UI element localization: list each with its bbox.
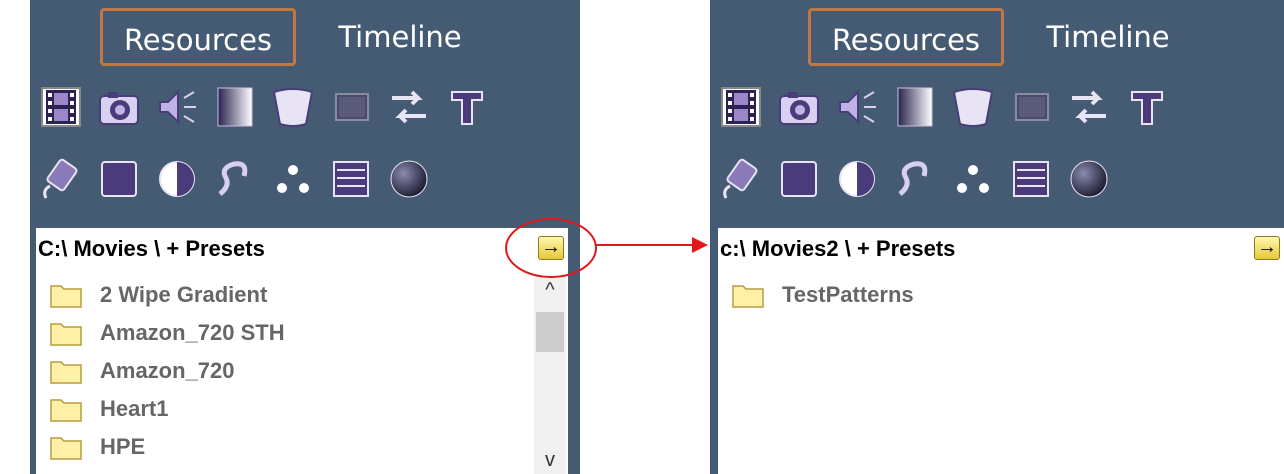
film-icon[interactable] [718,84,764,130]
folder-list: 2 Wipe Gradient Amazon_720 STH Amazon_72… [50,276,528,466]
effect-icon[interactable] [718,156,764,202]
resource-type-row-1 [710,78,1284,138]
camera-icon[interactable] [96,84,142,130]
particles-icon[interactable] [270,156,316,202]
text-icon[interactable] [1124,84,1170,130]
folder-list: TestPatterns [732,276,1244,314]
list-item-label: TestPatterns [782,282,914,307]
film-icon[interactable] [38,84,84,130]
navigate-arrow-button[interactable]: → [1254,236,1280,260]
folder-icon [50,282,82,308]
file-browser: C:\ Movies \ + Presets → 2 Wipe Gradient… [36,228,568,474]
tab-resources[interactable]: Resources [808,8,1004,66]
list-item-label: Amazon_720 [100,358,235,383]
contrast-icon[interactable] [154,156,200,202]
shape-icon[interactable] [950,84,996,130]
audio-icon[interactable] [154,84,200,130]
list-item[interactable]: 2 Wipe Gradient [50,276,528,314]
tab-timeline[interactable]: Timeline [320,8,480,66]
list-icon[interactable] [328,156,374,202]
path-label: C:\ Movies \ + Presets [38,236,265,261]
folder-icon [50,320,82,346]
text-icon[interactable] [444,84,490,130]
sphere-icon[interactable] [386,156,432,202]
resources-panel-right: Resources Timeline c:\ Movies2 \ + Prese… [710,0,1284,474]
effect-icon[interactable] [38,156,84,202]
scroll-up-button[interactable]: ^ [534,276,566,304]
swap-icon[interactable] [1066,84,1112,130]
scroll-down-button[interactable]: v [534,446,566,474]
list-item[interactable]: HPE [50,428,528,466]
list-icon[interactable] [1008,156,1054,202]
list-item[interactable]: Heart1 [50,390,528,428]
list-item-label: HPE [100,434,146,459]
vertical-scrollbar[interactable]: ^ v [534,276,566,474]
list-item-label: Amazon_720 STH [100,320,285,345]
list-item-label: 2 Wipe Gradient [100,282,268,307]
list-item[interactable]: Amazon_720 [50,352,528,390]
screen-icon[interactable] [328,84,374,130]
resource-type-row-1 [30,78,580,138]
particles-icon[interactable] [950,156,996,202]
list-item[interactable]: TestPatterns [732,276,1244,314]
list-item[interactable]: Amazon_720 STH [50,314,528,352]
contrast-icon[interactable] [834,156,880,202]
annotation-arrowhead [692,237,708,253]
path-label: c:\ Movies2 \ + Presets [720,236,956,261]
screen-icon[interactable] [1008,84,1054,130]
resources-panel-left: Resources Timeline C:\ Movies \ + Preset… [30,0,580,474]
shape-icon[interactable] [270,84,316,130]
gradient-icon[interactable] [212,84,258,130]
folder-icon [50,434,82,460]
square-icon[interactable] [776,156,822,202]
gradient-icon[interactable] [892,84,938,130]
curve-icon[interactable] [212,156,258,202]
folder-icon [50,358,82,384]
square-icon[interactable] [96,156,142,202]
tab-bar: Resources Timeline [30,8,580,70]
annotation-arrow [596,244,694,246]
list-item-label: Heart1 [100,396,169,421]
scroll-thumb[interactable] [536,312,564,352]
tab-timeline[interactable]: Timeline [1028,8,1188,66]
folder-icon [50,396,82,422]
resource-type-row-2 [710,150,1284,210]
sphere-icon[interactable] [1066,156,1112,202]
tab-bar: Resources Timeline [710,8,1284,70]
file-browser: c:\ Movies2 \ + Presets → TestPatterns [718,228,1284,474]
folder-icon [732,282,764,308]
highlight-circle [505,218,597,278]
curve-icon[interactable] [892,156,938,202]
audio-icon[interactable] [834,84,880,130]
swap-icon[interactable] [386,84,432,130]
resource-type-row-2 [30,150,580,210]
camera-icon[interactable] [776,84,822,130]
tab-resources[interactable]: Resources [100,8,296,66]
